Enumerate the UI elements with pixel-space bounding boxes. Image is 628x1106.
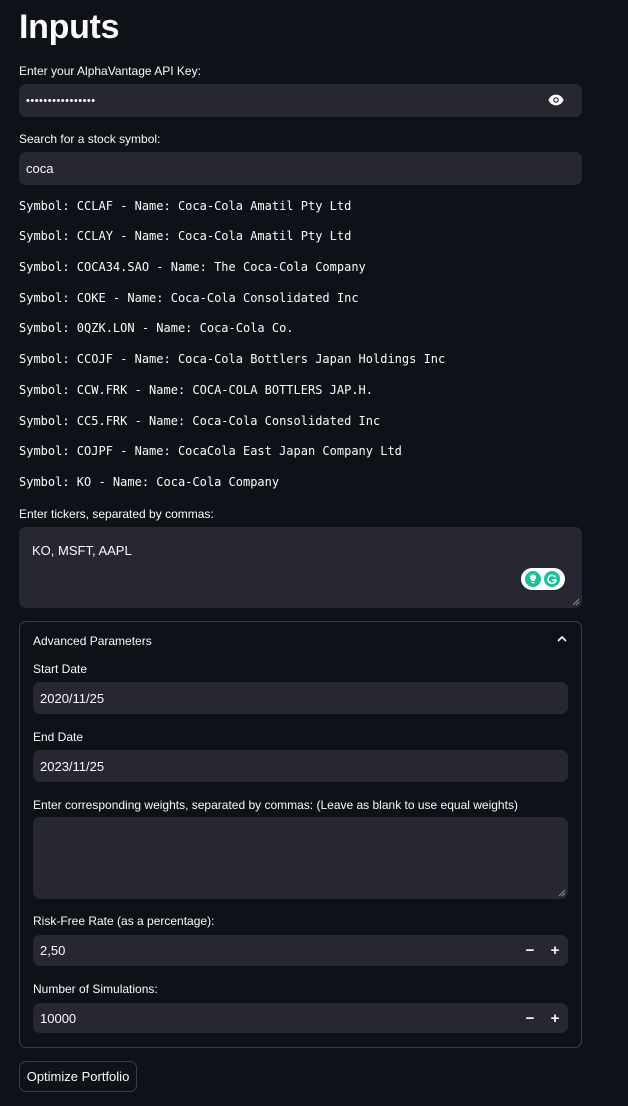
simulations-label: Number of Simulations: — [33, 982, 158, 996]
risk-free-label: Risk-Free Rate (as a percentage): — [33, 914, 215, 928]
search-result-item: Symbol: CCOJF - Name: Coca-Cola Bottlers… — [19, 352, 446, 366]
grammarly-icon[interactable] — [544, 571, 560, 587]
search-result-item: Symbol: CCLAY - Name: Coca-Cola Amatil P… — [19, 229, 352, 243]
grammarly-widget[interactable] — [521, 568, 565, 590]
risk-free-increment-button[interactable]: + — [544, 936, 566, 964]
end-date-label: End Date — [33, 730, 84, 744]
simulations-increment-button[interactable]: + — [544, 1004, 566, 1032]
simulations-value: 10000 — [40, 1010, 77, 1026]
risk-free-value: 2,50 — [40, 943, 66, 958]
tickers-value: KO, MSFT, AAPL — [32, 543, 132, 558]
advanced-parameters-title: Advanced Parameters — [33, 634, 152, 648]
search-result-item: Symbol: COCA34.SAO - Name: The Coca-Cola… — [19, 260, 366, 274]
end-date-value: 2023/11/25 — [40, 758, 105, 774]
end-date-input[interactable]: 2023/11/25 — [33, 750, 568, 782]
weights-label: Enter corresponding weights, separated b… — [33, 798, 518, 812]
optimize-portfolio-button[interactable]: Optimize Portfolio — [19, 1061, 137, 1092]
risk-free-decrement-button[interactable]: − — [519, 936, 541, 964]
search-input-value: coca — [26, 161, 54, 176]
risk-free-input[interactable]: 2,50 − + — [33, 935, 568, 966]
weights-textarea[interactable] — [33, 817, 568, 899]
search-label: Search for a stock symbol: — [19, 132, 161, 146]
simulations-decrement-button[interactable]: − — [519, 1004, 541, 1032]
page-title: Inputs — [19, 8, 120, 46]
search-result-item: Symbol: 0QZK.LON - Name: Coca-Cola Co. — [19, 321, 294, 335]
show-password-icon[interactable] — [548, 93, 564, 107]
search-result-item: Symbol: COKE - Name: Coca-Cola Consolida… — [19, 291, 359, 305]
search-result-item: Symbol: CCW.FRK - Name: COCA-COLA BOTTLE… — [19, 383, 374, 397]
advanced-parameters-expander: Advanced Parameters Start Date 2020/11/2… — [19, 621, 582, 1048]
start-date-input[interactable]: 2020/11/25 — [33, 682, 568, 714]
api-key-field[interactable]: •••••••••••••••• — [19, 84, 582, 117]
tickers-label: Enter tickers, separated by commas: — [19, 507, 214, 521]
api-key-label: Enter your AlphaVantage API Key: — [19, 64, 201, 78]
search-input[interactable]: coca — [19, 152, 582, 185]
simulations-input[interactable]: 10000 − + — [33, 1003, 568, 1033]
api-key-value: •••••••••••••••• — [26, 94, 96, 107]
advanced-parameters-header[interactable]: Advanced Parameters — [20, 622, 581, 658]
search-result-item: Symbol: CC5.FRK - Name: Coca-Cola Consol… — [19, 414, 381, 428]
chevron-up-icon[interactable] — [557, 635, 567, 643]
search-result-item: Symbol: CCLAF - Name: Coca-Cola Amatil P… — [19, 199, 352, 213]
start-date-value: 2020/11/25 — [40, 690, 105, 706]
resize-handle-icon[interactable] — [572, 598, 580, 606]
tickers-textarea[interactable]: KO, MSFT, AAPL — [19, 527, 582, 608]
search-result-item: Symbol: COJPF - Name: CocaCola East Japa… — [19, 444, 402, 458]
search-result-item: Symbol: KO - Name: Coca-Cola Company — [19, 475, 280, 489]
resize-handle-icon[interactable] — [558, 889, 566, 897]
lightbulb-icon[interactable] — [525, 571, 541, 587]
start-date-label: Start Date — [33, 662, 88, 676]
